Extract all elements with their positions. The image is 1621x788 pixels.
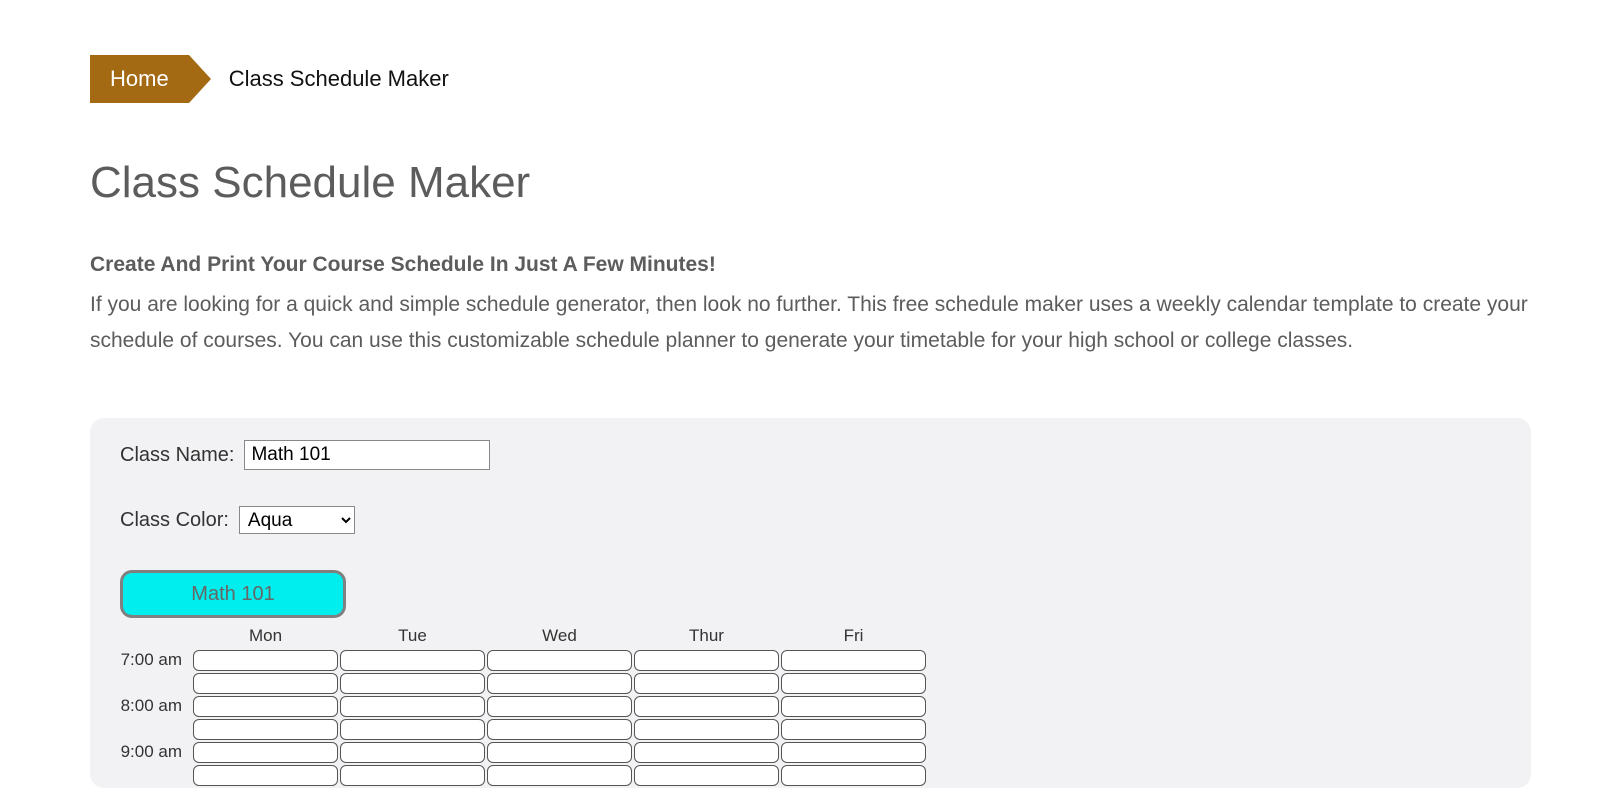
time-label: 7:00 am: [120, 650, 192, 696]
schedule-slot[interactable]: [634, 719, 779, 740]
day-header: Tue: [339, 626, 486, 650]
class-name-label: Class Name:: [120, 444, 234, 467]
schedule-slot[interactable]: [340, 696, 485, 717]
schedule-slot[interactable]: [487, 696, 632, 717]
day-header: Thur: [633, 626, 780, 650]
schedule-panel: Class Name: Class Color: Aqua Math 101 M…: [90, 418, 1531, 788]
day-header: Mon: [192, 626, 339, 650]
schedule-slot[interactable]: [781, 696, 926, 717]
schedule-slot[interactable]: [193, 742, 338, 763]
class-name-input[interactable]: [244, 440, 490, 470]
schedule-slot[interactable]: [781, 719, 926, 740]
schedule-slot[interactable]: [193, 650, 338, 671]
schedule-slot[interactable]: [340, 650, 485, 671]
schedule-slot[interactable]: [781, 650, 926, 671]
schedule-slot[interactable]: [634, 673, 779, 694]
class-color-select[interactable]: Aqua: [239, 506, 355, 534]
time-label: 9:00 am: [120, 742, 192, 788]
schedule-slot[interactable]: [634, 742, 779, 763]
page-title: Class Schedule Maker: [90, 158, 1531, 208]
schedule-slot[interactable]: [193, 765, 338, 786]
schedule-slot[interactable]: [634, 765, 779, 786]
class-chip-label: Math 101: [191, 583, 274, 606]
breadcrumb-home[interactable]: Home: [90, 55, 189, 103]
class-chip[interactable]: Math 101: [120, 570, 346, 618]
schedule-slot[interactable]: [340, 719, 485, 740]
schedule-slot[interactable]: [193, 696, 338, 717]
page-description: If you are looking for a quick and simpl…: [90, 287, 1531, 358]
schedule-slot[interactable]: [781, 765, 926, 786]
breadcrumb: Home Class Schedule Maker: [90, 55, 1531, 103]
schedule-slot[interactable]: [193, 673, 338, 694]
schedule-slot[interactable]: [781, 742, 926, 763]
day-header: Wed: [486, 626, 633, 650]
schedule-grid: Mon Tue Wed Thur Fri 7:00 am: [120, 626, 1501, 788]
schedule-slot[interactable]: [487, 765, 632, 786]
schedule-slot[interactable]: [340, 742, 485, 763]
schedule-slot[interactable]: [340, 765, 485, 786]
page-subheading: Create And Print Your Course Schedule In…: [90, 253, 1531, 277]
schedule-slot[interactable]: [193, 719, 338, 740]
schedule-slot[interactable]: [487, 650, 632, 671]
schedule-slot[interactable]: [634, 696, 779, 717]
schedule-slot[interactable]: [487, 719, 632, 740]
class-color-label: Class Color:: [120, 509, 229, 532]
schedule-slot[interactable]: [487, 673, 632, 694]
schedule-slot[interactable]: [340, 673, 485, 694]
schedule-slot[interactable]: [487, 742, 632, 763]
breadcrumb-current: Class Schedule Maker: [229, 66, 449, 92]
time-label: 8:00 am: [120, 696, 192, 742]
schedule-slot[interactable]: [634, 650, 779, 671]
day-header: Fri: [780, 626, 927, 650]
schedule-slot[interactable]: [781, 673, 926, 694]
